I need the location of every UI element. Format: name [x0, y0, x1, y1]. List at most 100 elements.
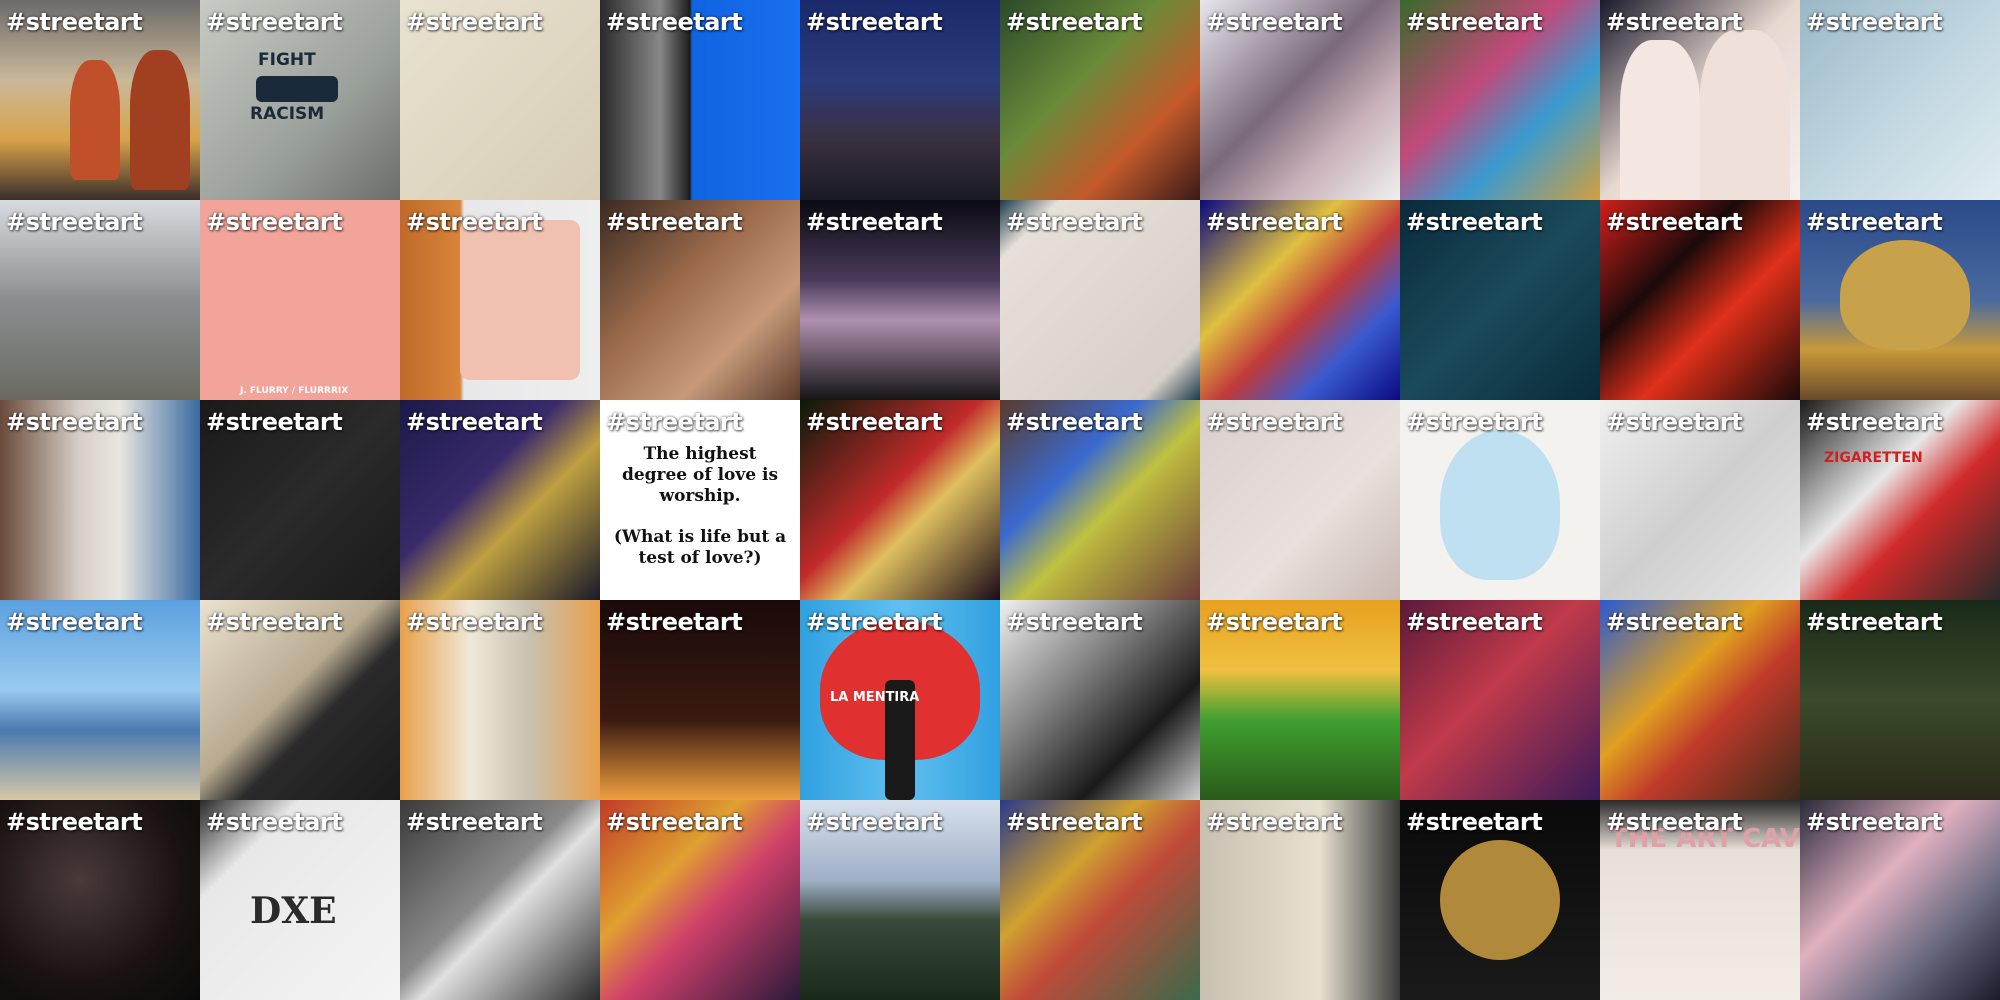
photo-tile-stencil-astronaut[interactable]: #streetart: [400, 800, 600, 1000]
photo-tile-face-mural-green[interactable]: #streetart: [1000, 0, 1200, 200]
photo-tile-vending-machine[interactable]: #streetart ZIGARETTEN: [1800, 400, 2000, 600]
photo-tile-woman-drawing-wall[interactable]: #streetart: [1200, 400, 1400, 600]
photo-tile-wall-stencil-man[interactable]: #streetart: [1200, 800, 1400, 1000]
hashtag-label: #streetart: [406, 208, 543, 236]
hashtag-label: #streetart: [406, 808, 543, 836]
hashtag-label: #streetart: [1006, 8, 1143, 36]
two-girls-figure: [1620, 40, 1700, 200]
photo-tile-red-demon-mural[interactable]: #streetart: [800, 400, 1000, 600]
hashtag-label: #streetart: [806, 608, 943, 636]
hashtag-label: #streetart: [806, 8, 943, 36]
photo-tile-cubist-skull[interactable]: #streetart: [1200, 200, 1400, 400]
hashtag-label: #streetart: [1406, 8, 1543, 36]
photo-tile-two-girls[interactable]: #streetart: [1600, 0, 1800, 200]
photo-tile-pink-tape-art[interactable]: #streetart J. FLURRY / FLURRRIX: [200, 200, 400, 400]
two-girls-figure: [1700, 30, 1790, 200]
photo-tile-restroom-mural[interactable]: #streetart: [0, 400, 200, 600]
hashtag-label: #streetart: [1806, 608, 1943, 636]
hashtag-label: #streetart: [1606, 8, 1743, 36]
hashtag-label: #streetart: [406, 608, 543, 636]
hashtag-label: #streetart: [6, 608, 143, 636]
photo-tile-framed-portraits[interactable]: #streetart: [1400, 200, 1600, 400]
photo-tile-luchador-mural[interactable]: #streetart: [0, 0, 200, 200]
vending-sign: ZIGARETTEN: [1824, 450, 1923, 466]
photo-tile-neon-bar[interactable]: #streetart: [1400, 600, 1600, 800]
photo-tile-the-art-cave[interactable]: #streetart THE ART CAVE: [1600, 800, 1800, 1000]
poster-text-fight: FIGHT: [258, 50, 316, 70]
photo-tile-colorful-face-mural[interactable]: #streetart: [1400, 0, 1600, 200]
quote-line-1: The highest degree of love is worship.: [621, 444, 779, 506]
pirate-skull-figure: [1440, 840, 1560, 960]
photo-tile-skeleton-mural[interactable]: #streetart: [200, 400, 400, 600]
photo-tile-basquiat-wall[interactable]: #streetart: [400, 400, 600, 600]
frida-poster-figure: [460, 220, 580, 380]
photo-tile-pirate-skull[interactable]: #streetart: [1400, 800, 1600, 1000]
hashtag-label: #streetart: [806, 208, 943, 236]
photo-tile-kiss-mural[interactable]: #streetart: [600, 200, 800, 400]
photo-tile-ink-drawing[interactable]: #streetart: [400, 0, 600, 200]
hashtag-label: #streetart: [1406, 808, 1543, 836]
hashtag-label: #streetart: [6, 8, 143, 36]
hashtag-label: #streetart: [1206, 608, 1343, 636]
photo-tile-narrow-alley[interactable]: #streetart: [400, 600, 600, 800]
photo-tile-night-street[interactable]: #streetart: [800, 0, 1000, 200]
photo-tile-abstract-mural[interactable]: #streetart: [1000, 800, 1200, 1000]
hashtag-label: #streetart: [1806, 408, 1943, 436]
hashtag-label: #streetart: [1406, 408, 1543, 436]
photo-tile-bw-graffiti-wall[interactable]: #streetart: [1000, 600, 1200, 800]
hashtag-label: #streetart: [1806, 8, 1943, 36]
hashtag-label: #streetart: [206, 608, 343, 636]
photo-tile-giant-poster-night[interactable]: #streetart: [800, 200, 1000, 400]
photo-tile-eyes-mural[interactable]: #streetart: [1600, 600, 1800, 800]
photo-tile-sketching-artist[interactable]: #streetart: [200, 600, 400, 800]
photo-tile-night-chalk-drawing[interactable]: #streetart: [600, 600, 800, 800]
hashtag-label: #streetart: [1206, 208, 1343, 236]
hashtag-label: #streetart: [1006, 208, 1143, 236]
photo-tile-landscape-view[interactable]: #streetart: [800, 800, 1000, 1000]
photo-tile-graffiti-alley[interactable]: #streetart: [1000, 400, 1200, 600]
photo-tile-city-street[interactable]: #streetart: [0, 200, 200, 400]
hashtag-label: #streetart: [606, 408, 743, 436]
hashtag-label: #streetart: [206, 8, 343, 36]
photo-tile-beach-man[interactable]: #streetart: [0, 600, 200, 800]
hashtag-label: #streetart: [406, 8, 543, 36]
hashtag-label: #streetart: [6, 408, 143, 436]
hashtag-label: #streetart: [806, 808, 943, 836]
artist-credit: J. FLURRY / FLURRRIX: [240, 386, 349, 396]
photo-tile-bokeh-portrait[interactable]: #streetart: [0, 800, 200, 1000]
photo-tile-ganesha-idol[interactable]: #streetart: [600, 800, 800, 1000]
gold-skull-sculpture-figure: [1840, 240, 1970, 350]
sketch-lettering: DXE: [250, 890, 337, 932]
photo-tile-forest-path[interactable]: #streetart: [1800, 600, 2000, 800]
hashtag-label: #streetart: [606, 808, 743, 836]
hashtag-label: #streetart: [206, 208, 343, 236]
photo-tile-heart-sketch[interactable]: #streetart: [1800, 0, 2000, 200]
hashtag-label: #streetart: [606, 608, 743, 636]
hashtag-label: #streetart: [206, 408, 343, 436]
photo-tile-kissing-stencil[interactable]: #streetart: [1600, 400, 1800, 600]
photo-tile-blue-monster-cartoon[interactable]: #streetart: [1400, 400, 1600, 600]
photo-tile-paper-sketch[interactable]: #streetart DXE: [200, 800, 400, 1000]
hashtag-label: #streetart: [1806, 808, 1943, 836]
photo-tile-green-van[interactable]: #streetart: [1200, 600, 1400, 800]
photo-tile-quote-card[interactable]: #streetart The highest degree of love is …: [600, 400, 800, 600]
hashtag-label: #streetart: [1006, 408, 1143, 436]
photo-tile-blue-sky-wall[interactable]: #streetart: [600, 0, 800, 200]
photo-tile-fight-racism-poster[interactable]: #streetart FIGHT RACISM: [200, 0, 400, 200]
hashtag-label: #streetart: [6, 808, 143, 836]
hashtag-label: #streetart: [1406, 208, 1543, 236]
hashtag-label: #streetart: [1606, 408, 1743, 436]
blue-monster-cartoon-figure: [1440, 430, 1560, 580]
photo-tile-gold-skull-sculpture[interactable]: #streetart: [1800, 200, 2000, 400]
photo-tile-ink-splatter-canvas[interactable]: #streetart: [1000, 200, 1200, 400]
luchador-mural-figure: [130, 50, 190, 190]
quote-text: The highest degree of love is worship. (W…: [608, 444, 792, 569]
photo-tile-heart-shutter[interactable]: #streetart LA MENTIRA: [800, 600, 1000, 800]
hashtag-label: #streetart: [1606, 608, 1743, 636]
hashtag-label: #streetart: [806, 408, 943, 436]
photo-tile-red-black-graffiti[interactable]: #streetart: [1600, 200, 1800, 400]
photo-tile-frida-poster[interactable]: #streetart: [400, 200, 600, 400]
hashtag-label: #streetart: [1606, 808, 1743, 836]
photo-tile-pink-figures[interactable]: #streetart: [1800, 800, 2000, 1000]
photo-tile-abstract-figures[interactable]: #streetart: [1200, 0, 1400, 200]
